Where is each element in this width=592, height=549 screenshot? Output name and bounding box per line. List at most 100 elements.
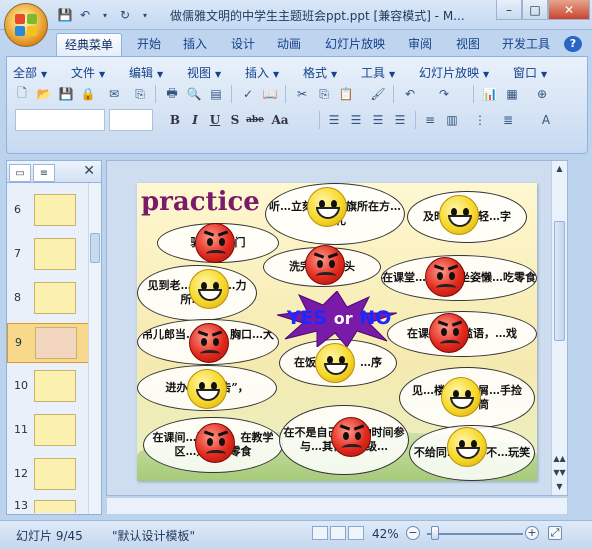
underline-button[interactable]: U	[205, 111, 225, 129]
slide-thumbnail[interactable]: 12	[7, 455, 89, 495]
print-icon[interactable]: 🖶	[163, 85, 181, 103]
minimize-button[interactable]: –	[496, 0, 522, 20]
menu-format[interactable]: 格式 ▼	[303, 64, 337, 81]
save-icon[interactable]: 💾	[57, 85, 75, 103]
scroll-up-icon[interactable]: ▲	[552, 161, 567, 175]
tab-design[interactable]: 设计	[222, 33, 264, 56]
fit-to-window-icon[interactable]: ⤢	[548, 526, 562, 540]
scrollbar-thumb[interactable]	[90, 233, 100, 263]
quick-print-icon[interactable]: ▤	[207, 85, 225, 103]
redo-icon[interactable]: ↷	[435, 85, 453, 103]
slide-thumbnail[interactable]: 10	[7, 367, 89, 407]
numbering-icon[interactable]: ≣	[499, 111, 517, 129]
slideshow-view-button[interactable]	[348, 526, 364, 540]
tab-slideshow[interactable]: 幻灯片放映	[318, 33, 392, 56]
email-icon[interactable]: ✉	[105, 85, 123, 103]
slide-thumbnail[interactable]: 13	[7, 497, 89, 513]
slide-thumbnail[interactable]: 6	[7, 191, 89, 231]
tab-classic-menu[interactable]: 经典菜单	[56, 33, 122, 56]
scrollbar-thumb[interactable]	[554, 221, 565, 341]
slide-sorter-view-button[interactable]	[330, 526, 346, 540]
zoom-icon[interactable]: ⊕	[533, 85, 551, 103]
open-folder-icon[interactable]: 📂	[35, 85, 53, 103]
permission-icon[interactable]: 🔒	[79, 85, 97, 103]
previous-slide-icon[interactable]: ▲▲	[552, 451, 567, 465]
chart-icon[interactable]: 📊	[481, 85, 499, 103]
paste-icon[interactable]: 📋	[337, 85, 355, 103]
horizontal-scrollbar[interactable]	[106, 497, 568, 515]
change-case-button[interactable]: Aa	[267, 111, 293, 129]
zoom-out-icon[interactable]: −	[406, 526, 420, 540]
zoom-in-icon[interactable]: +	[525, 526, 539, 540]
zoom-slider-knob[interactable]	[431, 526, 439, 540]
format-painter-icon[interactable]: 🖌	[369, 85, 387, 103]
save-icon[interactable]: 💾	[56, 6, 74, 24]
cut-icon[interactable]: ✂	[293, 85, 311, 103]
close-icon[interactable]: ✕	[83, 163, 95, 179]
redo-icon[interactable]: ↻	[116, 6, 134, 24]
help-icon[interactable]: ?	[564, 36, 582, 52]
font-color-icon[interactable]: A	[537, 111, 555, 129]
slide-canvas[interactable]: practice 听…立刻止步…旗所在方…目礼 及时…书、轻…字 骑单…校门 洗…	[137, 183, 537, 481]
slide-thumbnail[interactable]: 8	[7, 279, 89, 319]
slide-thumbnail[interactable]: 7	[7, 235, 89, 275]
italic-button[interactable]: I	[185, 111, 205, 129]
line-spacing-icon[interactable]: ≡	[421, 111, 439, 129]
font-name-combo[interactable]	[15, 109, 105, 131]
tab-view[interactable]: 视图	[446, 33, 490, 56]
new-document-icon[interactable]: 🗋	[13, 85, 31, 103]
menu-tools[interactable]: 工具 ▼	[361, 64, 395, 81]
customize-qat-icon[interactable]: ▾	[136, 6, 154, 24]
angry-face-icon	[429, 313, 469, 353]
align-center-icon[interactable]: ☰	[347, 111, 365, 129]
menu-edit[interactable]: 编辑 ▼	[129, 64, 163, 81]
slide-number: 12	[14, 467, 28, 480]
zoom-level[interactable]: 42%	[372, 527, 399, 541]
tab-developer[interactable]: 开发工具	[494, 33, 558, 56]
align-left-icon[interactable]: ☰	[325, 111, 343, 129]
dropdown-arrow-icon[interactable]: ▾	[96, 6, 114, 24]
publish-icon[interactable]: ⎘	[131, 85, 149, 103]
tab-home[interactable]: 开始	[128, 33, 170, 56]
tab-review[interactable]: 审阅	[398, 33, 442, 56]
table-icon[interactable]: ▦	[503, 85, 521, 103]
spelling-icon[interactable]: ✓	[239, 85, 257, 103]
slide-number: 10	[14, 379, 28, 392]
copy-icon[interactable]: ⎘	[315, 85, 333, 103]
justify-icon[interactable]: ☰	[391, 111, 409, 129]
tab-animation[interactable]: 动画	[268, 33, 310, 56]
maximize-button[interactable]: □	[522, 0, 548, 20]
close-button[interactable]: ✕	[548, 0, 590, 20]
slide-thumbnail[interactable]: 11	[7, 411, 89, 451]
scroll-down-icon[interactable]: ▼	[552, 479, 567, 493]
slide-vertical-scrollbar[interactable]: ▲ ▲▲ ▼▼ ▼	[551, 161, 567, 495]
undo-icon[interactable]: ↶	[401, 85, 419, 103]
normal-view-button[interactable]	[312, 526, 328, 540]
tab-insert[interactable]: 插入	[174, 33, 216, 56]
slide-editing-area: practice 听…立刻止步…旗所在方…目礼 及时…书、轻…字 骑单…校门 洗…	[106, 160, 568, 496]
font-size-combo[interactable]	[109, 109, 153, 131]
shadow-button[interactable]: S	[225, 111, 245, 129]
menu-slideshow[interactable]: 幻灯片放映 ▼	[419, 64, 489, 81]
happy-face-icon	[307, 187, 347, 227]
office-button[interactable]	[4, 3, 48, 47]
outline-tab-icon[interactable]: ≡	[33, 164, 55, 182]
research-icon[interactable]: 📖	[261, 85, 279, 103]
slide-thumbnail-selected[interactable]: 9	[7, 323, 89, 363]
zoom-slider[interactable]	[427, 533, 523, 535]
print-preview-icon[interactable]: 🔍	[185, 85, 203, 103]
menu-file[interactable]: 文件 ▼	[71, 64, 105, 81]
menu-all[interactable]: 全部 ▼	[13, 64, 47, 81]
menu-view[interactable]: 视图 ▼	[187, 64, 221, 81]
next-slide-icon[interactable]: ▼▼	[552, 465, 567, 479]
slides-panel-scrollbar[interactable]	[88, 183, 101, 514]
column-icon[interactable]: ▥	[443, 111, 461, 129]
menu-window[interactable]: 窗口 ▼	[513, 64, 547, 81]
bold-button[interactable]: B	[165, 111, 185, 129]
strikethrough-button[interactable]: abe	[245, 111, 265, 129]
menu-insert[interactable]: 插入 ▼	[245, 64, 279, 81]
bullets-icon[interactable]: ⋮	[471, 111, 489, 129]
undo-icon[interactable]: ↶	[76, 6, 94, 24]
slides-tab-icon[interactable]: ▭	[9, 164, 31, 182]
align-right-icon[interactable]: ☰	[369, 111, 387, 129]
